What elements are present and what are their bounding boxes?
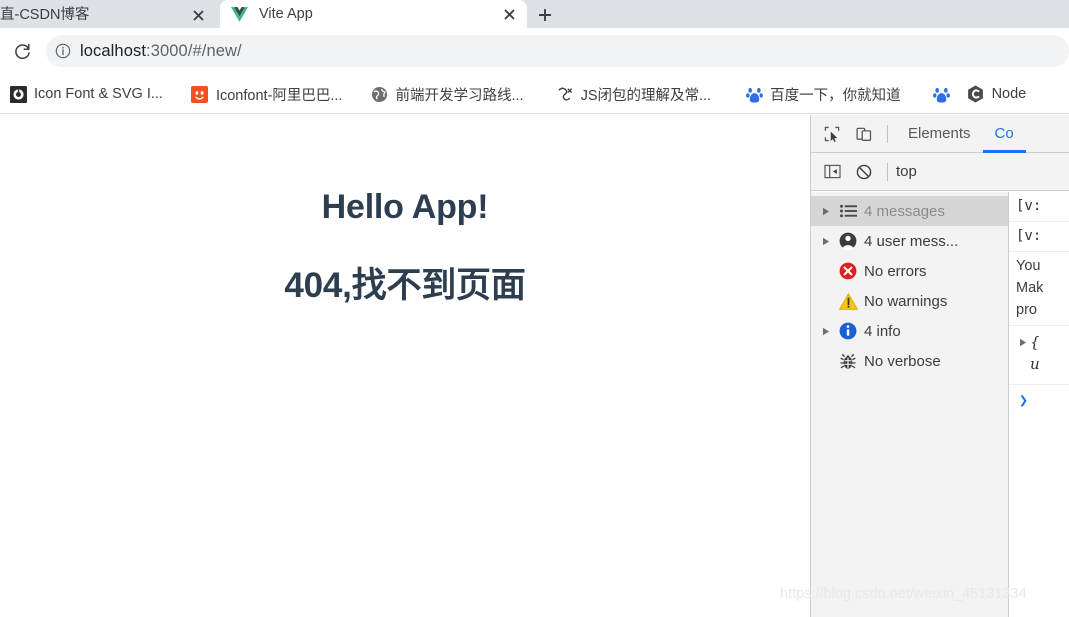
- url-display: localhost:3000/#/new/: [80, 42, 242, 61]
- tab-strip: 直-CSDN博客 直-CSDN博客: [0, 0, 1069, 28]
- warning-icon: [835, 292, 861, 310]
- page-subheading: 404,找不到页面: [284, 266, 526, 306]
- filter-all-messages[interactable]: 4 messages: [811, 196, 1008, 226]
- bookmark-label: 百度一下，你就知道: [770, 87, 901, 104]
- inspect-element-icon: [824, 126, 840, 142]
- bug-icon: [835, 353, 861, 370]
- bookmark-frontend-roadmap[interactable]: 前端开发学习路线...: [366, 80, 529, 108]
- bookmark-label: 前端开发学习路线...: [395, 87, 524, 104]
- tab-csdn-title: 直-CSDN博客: [0, 7, 90, 23]
- tab-vite-app[interactable]: Vite App: [220, 0, 527, 28]
- filter-warnings[interactable]: No warnings: [811, 286, 1008, 316]
- new-tab-button[interactable]: [530, 2, 560, 28]
- iconfont-orange-icon: [191, 85, 209, 103]
- url-path: :3000/#/new/: [146, 41, 242, 60]
- close-icon: [503, 8, 515, 20]
- tab-csdn-content[interactable]: 直-CSDN博客: [0, 2, 212, 28]
- page-info-icon: [55, 43, 71, 59]
- clear-console-button[interactable]: [849, 158, 879, 186]
- bookmark-label: JS闭包的理解及常...: [580, 87, 712, 104]
- filter-verbose[interactable]: No verbose: [811, 346, 1008, 376]
- bookmark-label: Icon Font & SVG I...: [34, 86, 163, 102]
- execution-context-selector[interactable]: top: [896, 163, 917, 180]
- page-viewport: Hello App! 404,找不到页面: [0, 115, 810, 617]
- toolbar: localhost:3000/#/new/: [0, 28, 1069, 75]
- console-sidebar: 4 messages 4 user mess... No errors No w…: [811, 192, 1009, 617]
- tab-vite-title: Vite App: [259, 6, 313, 22]
- filter-user-messages[interactable]: 4 user mess...: [811, 226, 1008, 256]
- toolbar-divider: [887, 124, 888, 143]
- filter-label: 4 user mess...: [864, 232, 959, 250]
- tab-vite-close-button[interactable]: [499, 4, 519, 24]
- bookmark-label: Node: [991, 86, 1027, 102]
- page-heading: Hello App!: [321, 188, 489, 226]
- clear-console-icon: [856, 164, 872, 179]
- toolbar-divider-2: [887, 162, 888, 181]
- filter-label: No verbose: [864, 352, 941, 370]
- show-console-sidebar-icon: [823, 164, 841, 179]
- nodejs-icon: [967, 85, 985, 103]
- list-icon: [835, 204, 861, 218]
- expand-arrow-icon[interactable]: [817, 207, 835, 216]
- bookmark-baidu[interactable]: 百度一下，你就知道: [741, 80, 907, 108]
- console-object-text: {u: [1030, 332, 1040, 376]
- filter-label: 4 messages: [864, 202, 945, 220]
- baidu-icon: [933, 85, 951, 103]
- tab-elements[interactable]: Elements: [896, 115, 983, 153]
- browser-window: 直-CSDN博客 直-CSDN博客: [0, 0, 1069, 617]
- iconfont-black-icon: [9, 85, 27, 103]
- console-message[interactable]: [v:: [1009, 192, 1069, 222]
- devtools-tabbar: Elements Co: [811, 115, 1069, 153]
- filter-info[interactable]: 4 info: [811, 316, 1008, 346]
- filter-label: No errors: [864, 262, 927, 280]
- expand-arrow-icon[interactable]: [817, 237, 835, 246]
- address-bar[interactable]: localhost:3000/#/new/: [46, 35, 1069, 67]
- console-sidebar-toggle-button[interactable]: [817, 158, 847, 186]
- devtools-body: 4 messages 4 user mess... No errors No w…: [811, 192, 1069, 617]
- console-prompt[interactable]: ❯: [1009, 385, 1069, 415]
- filter-errors[interactable]: No errors: [811, 256, 1008, 286]
- bookmarks-bar: Icon Font & SVG I... Iconfont-阿里巴巴... 前端…: [0, 75, 1069, 114]
- filter-label: No warnings: [864, 292, 948, 310]
- tab-console[interactable]: Co: [983, 115, 1026, 153]
- console-toolbar: top: [811, 153, 1069, 191]
- object-key: u: [1030, 355, 1040, 373]
- close-icon: [192, 9, 204, 21]
- bookmark-node[interactable]: Node: [963, 80, 1033, 108]
- page-content: Hello App! 404,找不到页面: [0, 115, 810, 307]
- bookmark-icon-font-svg[interactable]: Icon Font & SVG I...: [5, 80, 169, 108]
- console-output[interactable]: [v: [v: You Mak pro {u ❯: [1009, 192, 1069, 617]
- page-info-button[interactable]: [46, 43, 80, 59]
- inspect-element-button[interactable]: [817, 120, 847, 148]
- expand-arrow-icon[interactable]: [1016, 332, 1030, 347]
- device-toolbar-icon: [856, 127, 872, 141]
- info-icon: [835, 322, 861, 340]
- bookmark-js-closure[interactable]: JS闭包的理解及常...: [552, 80, 718, 108]
- tab-csdn-close-button[interactable]: [188, 5, 208, 25]
- bookmark-label: Iconfont-阿里巴巴...: [215, 87, 343, 104]
- url-host: localhost: [80, 41, 147, 60]
- reload-button[interactable]: [8, 37, 36, 65]
- globe-icon: [370, 85, 388, 103]
- baidu-icon: [745, 85, 763, 103]
- filter-label: 4 info: [864, 322, 901, 340]
- device-toolbar-button[interactable]: [849, 120, 879, 148]
- expand-arrow-icon[interactable]: [817, 327, 835, 336]
- bookmark-iconfont-alibaba[interactable]: Iconfont-阿里巴巴...: [187, 80, 349, 108]
- error-icon: [835, 262, 861, 280]
- console-message[interactable]: [v:: [1009, 222, 1069, 252]
- vue-logo-icon: [230, 5, 248, 23]
- object-brace: {: [1030, 333, 1040, 352]
- js-closure-icon: [556, 85, 574, 103]
- console-object-row[interactable]: {u: [1009, 326, 1069, 385]
- reload-icon: [14, 43, 30, 59]
- devtools-panel: Elements Co top 4 messages 4 user mess..…: [810, 115, 1069, 617]
- user-icon: [835, 232, 861, 250]
- console-message[interactable]: You Mak pro: [1009, 252, 1069, 327]
- bookmark-baidu-2[interactable]: [929, 80, 957, 108]
- plus-icon: [539, 9, 551, 21]
